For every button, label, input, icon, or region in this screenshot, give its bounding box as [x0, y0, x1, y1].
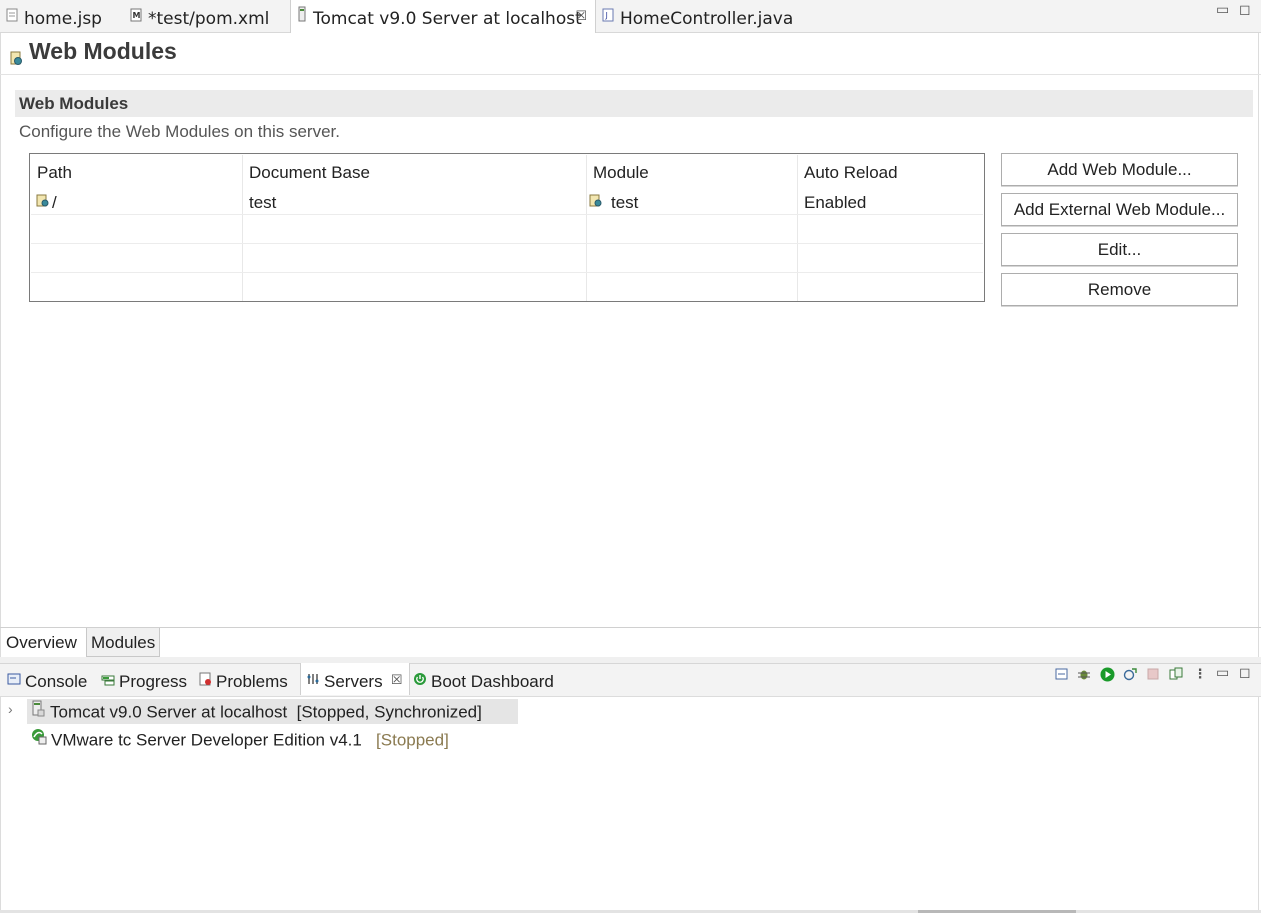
server-name: Tomcat v9.0 Server at localhost	[50, 702, 288, 722]
column-header-path[interactable]: Path	[37, 163, 72, 183]
edit-button[interactable]: Edit...	[1001, 233, 1238, 266]
profile-icon[interactable]	[1122, 667, 1138, 683]
tab-label: *test/pom.xml	[148, 9, 270, 29]
chevron-right-icon[interactable]: ›	[8, 701, 13, 717]
vmware-server-icon	[31, 728, 47, 750]
tab-tomcat-server[interactable]: Tomcat v9.0 Server at localhost ☒	[290, 0, 596, 33]
remove-button[interactable]: Remove	[1001, 273, 1238, 306]
close-icon[interactable]: ☒	[575, 0, 587, 36]
java-file-icon: J	[602, 0, 614, 36]
page-title: Web Modules	[29, 38, 177, 64]
tab-label: Servers	[324, 672, 383, 691]
boot-dashboard-icon	[413, 662, 427, 700]
servers-icon	[306, 662, 320, 700]
cell-auto-reload: Enabled	[804, 193, 867, 212]
problems-icon	[198, 662, 212, 700]
row-separator	[31, 243, 983, 244]
jsp-file-icon	[6, 0, 18, 36]
tab-label: home.jsp	[24, 9, 102, 29]
tab-home-controller[interactable]: J HomeController.java	[602, 0, 793, 32]
web-module-icon	[36, 193, 50, 213]
publish-icon[interactable]	[1168, 667, 1184, 683]
tab-problems[interactable]: Problems	[198, 663, 288, 695]
web-modules-table[interactable]: Path Document Base Module Auto Reload / …	[29, 153, 985, 302]
view-menu-icon[interactable]: ⋮	[1192, 667, 1208, 683]
stop-icon[interactable]	[1145, 667, 1161, 683]
start-icon[interactable]	[1099, 667, 1115, 683]
server-icon	[31, 700, 45, 722]
tab-label: Problems	[216, 672, 288, 691]
tab-servers[interactable]: Servers ☒	[300, 663, 410, 695]
server-icon	[297, 0, 307, 36]
debug-icon[interactable]	[1076, 667, 1092, 683]
column-divider	[242, 155, 243, 301]
tab-console[interactable]: Console	[7, 663, 87, 695]
column-divider	[586, 155, 587, 301]
svg-text:J: J	[605, 11, 608, 20]
tab-label: Tomcat v9.0 Server at localhost	[313, 9, 582, 29]
maven-pom-icon: M	[130, 0, 142, 36]
section-title: Web Modules	[19, 94, 129, 113]
tab-label: Boot Dashboard	[431, 672, 554, 691]
vmware-server-row[interactable]: VMware tc Server Developer Edition v4.1 …	[31, 728, 449, 752]
row-separator	[31, 272, 983, 273]
svg-text:M: M	[133, 11, 141, 20]
column-header-module[interactable]: Module	[593, 163, 649, 183]
page-tabs-divider	[0, 627, 1261, 628]
column-header-document-base[interactable]: Document Base	[249, 163, 370, 183]
view-tab-bar	[0, 663, 1261, 697]
header-divider	[0, 74, 1261, 75]
tab-overview[interactable]: Overview	[2, 628, 81, 657]
tab-modules[interactable]: Modules	[86, 628, 161, 657]
maximize-icon[interactable]: ◻	[1239, 665, 1251, 681]
maximize-icon[interactable]: ◻	[1239, 2, 1251, 18]
column-header-auto-reload[interactable]: Auto Reload	[804, 163, 898, 183]
server-status: [Stopped]	[376, 730, 449, 750]
add-web-module-button[interactable]: Add Web Module...	[1001, 153, 1238, 186]
column-divider	[797, 155, 798, 301]
web-module-icon	[589, 193, 603, 213]
section-description: Configure the Web Modules on this server…	[19, 122, 340, 141]
cell-module: test	[611, 193, 639, 212]
tab-label: Console	[25, 672, 88, 691]
editor-border-left	[0, 33, 1, 910]
tomcat-server-row[interactable]: Tomcat v9.0 Server at localhost [Stopped…	[31, 700, 482, 724]
server-name: VMware tc Server Developer Edition v4.1	[51, 730, 362, 750]
section-header-bar[interactable]	[15, 90, 1253, 117]
web-modules-icon	[9, 50, 23, 70]
cell-document-base: test	[249, 193, 277, 212]
minimize-icon[interactable]: ▭	[1216, 665, 1229, 681]
server-status: [Stopped, Synchronized]	[296, 702, 482, 722]
close-icon[interactable]: ☒	[391, 661, 403, 699]
row-separator	[31, 214, 983, 215]
tab-pom-xml[interactable]: M *test/pom.xml	[130, 0, 269, 32]
cell-path: /	[52, 193, 57, 212]
tab-label: Progress	[119, 672, 188, 691]
collapse-all-icon[interactable]	[1054, 667, 1070, 683]
minimize-icon[interactable]: ▭	[1216, 2, 1229, 18]
tab-label: HomeController.java	[620, 9, 794, 29]
tab-home-jsp[interactable]: home.jsp	[6, 0, 102, 32]
add-external-web-module-button[interactable]: Add External Web Module...	[1001, 193, 1238, 226]
editor-border-right	[1258, 33, 1259, 910]
progress-icon	[101, 662, 115, 700]
console-icon	[7, 662, 21, 700]
tab-boot-dashboard[interactable]: Boot Dashboard	[413, 663, 554, 695]
tab-progress[interactable]: Progress	[101, 663, 187, 695]
